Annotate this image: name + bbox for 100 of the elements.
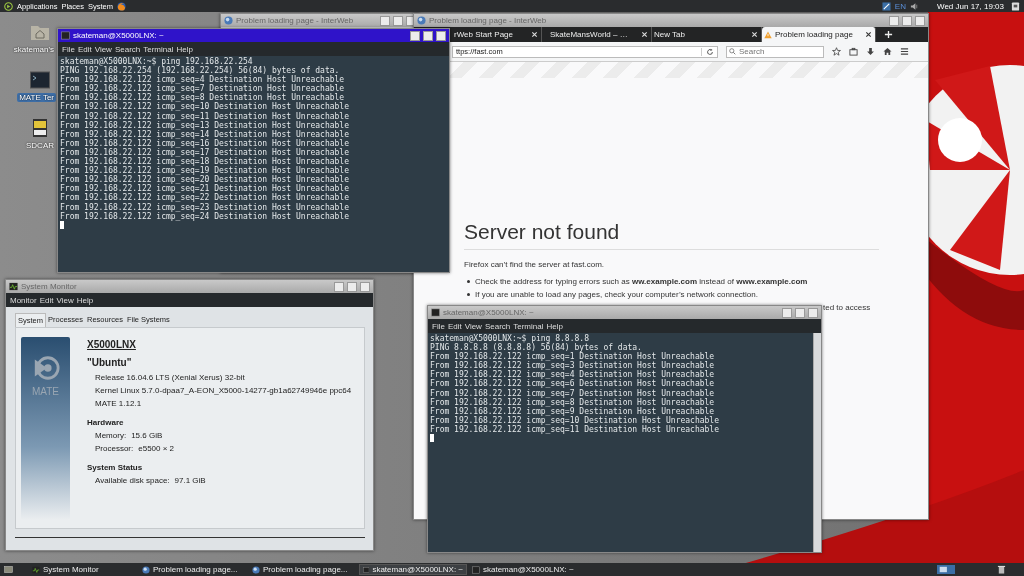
taskbar-item[interactable]: skateman@X5000LNX: ~ bbox=[359, 564, 467, 575]
error-hint: ted to access bbox=[823, 303, 871, 312]
terminal-line: From 192.168.22.122 icmp_seq=18 Destination Host Unreachable bbox=[60, 157, 350, 167]
terminal-line: skateman@X5000LNX:~$ ping 192.168.22.254 bbox=[60, 57, 253, 67]
menu-item[interactable]: View bbox=[464, 321, 482, 331]
search-field[interactable]: Search bbox=[726, 45, 824, 58]
window-title: Problem loading page - InterWeb bbox=[236, 16, 354, 25]
terminal-line: From 192.168.22.122 icmp_seq=11 Destination Host Unreachable bbox=[430, 424, 720, 435]
menu-item[interactable]: Help bbox=[76, 295, 94, 305]
menu-logo-icon[interactable] bbox=[4, 1, 13, 11]
taskbar-item[interactable]: skateman@X5000LNX: ~ bbox=[469, 564, 577, 575]
monitor-icon bbox=[9, 282, 18, 291]
terminal-line: PING 8.8.8.8 (8.8.8.8) 56(84) bytes of data. bbox=[430, 343, 642, 353]
window-title: skateman@X5000LNX: ~ bbox=[73, 31, 164, 40]
memory-card-icon[interactable] bbox=[30, 118, 50, 138]
terminal-line: From 192.168.22.122 icmp_seq=11 Destination Host Unreachable bbox=[60, 111, 350, 121]
terminal-line: From 192.168.22.122 icmp_seq=4 Destination Host Unreachable bbox=[430, 370, 716, 380]
show-desktop-icon[interactable] bbox=[4, 565, 13, 574]
window-title: skateman@X5000LNX: ~ bbox=[443, 308, 534, 317]
terminal-line: From 192.168.22.122 icmp_seq=17 Destination Host Unreachable bbox=[60, 147, 350, 158]
terminal-line: From 192.168.22.122 icmp_seq=24 Destination Host Unreachable bbox=[60, 211, 350, 221]
menu-item[interactable]: Search bbox=[484, 321, 511, 331]
desktop-icon-label[interactable]: MATE Ter bbox=[17, 93, 56, 102]
system-detail: Release 16.04.6 LTS (Xenial Xerus) 32-bit bbox=[94, 373, 246, 382]
home-icon[interactable] bbox=[883, 47, 892, 56]
scrollbar[interactable] bbox=[813, 333, 821, 552]
terminal-icon bbox=[363, 565, 370, 574]
logo-text: MATE bbox=[31, 386, 59, 397]
hostname: X5000LNX bbox=[87, 339, 137, 350]
terminal-line: From 192.168.22.122 icmp_seq=19 Destination Host Unreachable bbox=[60, 166, 350, 176]
system-detail: MATE 1.12.1 bbox=[94, 399, 143, 408]
info-label: Memory: bbox=[95, 431, 127, 440]
terminal-line: From 192.168.22.122 icmp_seq=9 Destination Host Unreachable bbox=[430, 406, 715, 416]
terminal-line: From 192.168.22.122 icmp_seq=20 Destination Host Unreachable bbox=[60, 175, 350, 185]
workspace-switcher-icon[interactable] bbox=[937, 565, 955, 574]
globe-icon bbox=[224, 16, 233, 25]
trash-icon[interactable] bbox=[997, 565, 1006, 574]
terminal-line: From 192.168.22.122 icmp_seq=8 Destination Host Unreachable bbox=[430, 397, 716, 407]
text-cursor bbox=[60, 220, 64, 229]
section-heading: Hardware bbox=[87, 418, 125, 427]
terminal-line: From 192.168.22.122 icmp_seq=7 Destination Host Unreachable bbox=[430, 388, 716, 398]
menu-item[interactable]: View bbox=[56, 295, 74, 305]
terminal-line: From 192.168.22.122 icmp_seq=21 Destination Host Unreachable bbox=[60, 184, 350, 194]
terminal-icon bbox=[61, 31, 70, 40]
menu-item[interactable]: Terminal bbox=[513, 321, 544, 331]
distro-name: "Ubuntu" bbox=[87, 357, 133, 368]
info-value: e5500 × 2 bbox=[138, 444, 175, 453]
globe-icon bbox=[417, 16, 426, 25]
text-cursor bbox=[430, 434, 434, 443]
terminal-icon bbox=[431, 308, 440, 317]
info-value: 97.1 GiB bbox=[174, 476, 206, 485]
globe-icon bbox=[252, 565, 260, 574]
error-hint: Check the address for typing errors such as ww.example.com instead of www.example.com bbox=[475, 277, 808, 286]
search-icon bbox=[729, 48, 736, 55]
terminal-icon[interactable] bbox=[30, 70, 50, 90]
menu-item[interactable]: Help bbox=[176, 44, 193, 54]
globe-icon bbox=[142, 565, 150, 574]
section-heading: System Status bbox=[87, 463, 144, 472]
maximize-button[interactable] bbox=[423, 30, 433, 41]
taskbar-item[interactable]: Problem loading page... bbox=[249, 564, 357, 575]
menu-icon[interactable] bbox=[900, 47, 909, 56]
taskbar-item[interactable]: System Monitor bbox=[29, 564, 137, 575]
terminal-line: From 192.168.22.122 icmp_seq=7 Destination Host Unreachable bbox=[60, 84, 346, 94]
keyboard-layout[interactable]: EN bbox=[894, 1, 906, 11]
volume-icon[interactable] bbox=[910, 1, 919, 11]
minimize-button[interactable] bbox=[410, 30, 420, 41]
error-heading: Server not found bbox=[464, 220, 621, 244]
reload-icon[interactable] bbox=[701, 47, 714, 56]
terminal-line: From 192.168.22.122 icmp_seq=8 Destination Host Unreachable bbox=[60, 93, 345, 103]
menu-item[interactable]: File bbox=[62, 44, 75, 54]
error-message: Firefox can’t find the server at fast.com. bbox=[464, 260, 606, 269]
terminal-line: From 192.168.22.122 icmp_seq=4 Destination Host Unreachable bbox=[60, 75, 346, 85]
menu-item[interactable]: Terminal bbox=[143, 44, 174, 54]
terminal-line: From 192.168.22.122 icmp_seq=6 Destination Host Unreachable bbox=[430, 379, 716, 389]
new-tab-icon[interactable] bbox=[884, 30, 893, 39]
clock[interactable]: Wed Jun 17, 19:03 bbox=[937, 1, 1004, 11]
close-tab-icon[interactable] bbox=[865, 31, 872, 38]
menu-item[interactable]: Edit bbox=[447, 321, 462, 331]
taskbar-item[interactable]: Problem loading page... bbox=[139, 564, 247, 575]
system-detail: Kernel Linux 5.7.0-dpaa7_A-EON_X5000-14277-gb1a62749946e ppc64 bbox=[94, 386, 352, 395]
error-hint: If you are unable to load any pages, check your computer’s network connection. bbox=[475, 290, 758, 299]
menu-item[interactable]: Help bbox=[546, 321, 563, 331]
menu-item[interactable]: Search bbox=[114, 44, 141, 54]
menu-item[interactable]: View bbox=[94, 44, 112, 54]
terminal-line: From 192.168.22.122 icmp_seq=10 Destination Host Unreachable bbox=[430, 415, 720, 425]
star-icon[interactable] bbox=[832, 47, 841, 56]
close-button[interactable] bbox=[436, 30, 446, 41]
info-label: Processor: bbox=[95, 444, 134, 453]
browser-tab[interactable]: Problem loading page bbox=[762, 27, 876, 42]
briefcase-icon[interactable] bbox=[849, 47, 858, 56]
browser-icon[interactable] bbox=[117, 1, 126, 11]
bullet-icon bbox=[467, 293, 470, 296]
menu-item[interactable]: Monitor bbox=[10, 295, 37, 305]
info-label: Available disk space: bbox=[95, 476, 170, 485]
menu-item[interactable]: Edit bbox=[39, 295, 54, 305]
download-icon[interactable] bbox=[866, 47, 875, 56]
terminal-line: From 192.168.22.122 icmp_seq=13 Destination Host Unreachable bbox=[60, 120, 350, 130]
menu-item[interactable]: File bbox=[432, 321, 445, 331]
menu-item[interactable]: Edit bbox=[77, 44, 92, 54]
window-title: Problem loading page - InterWeb bbox=[429, 16, 547, 25]
